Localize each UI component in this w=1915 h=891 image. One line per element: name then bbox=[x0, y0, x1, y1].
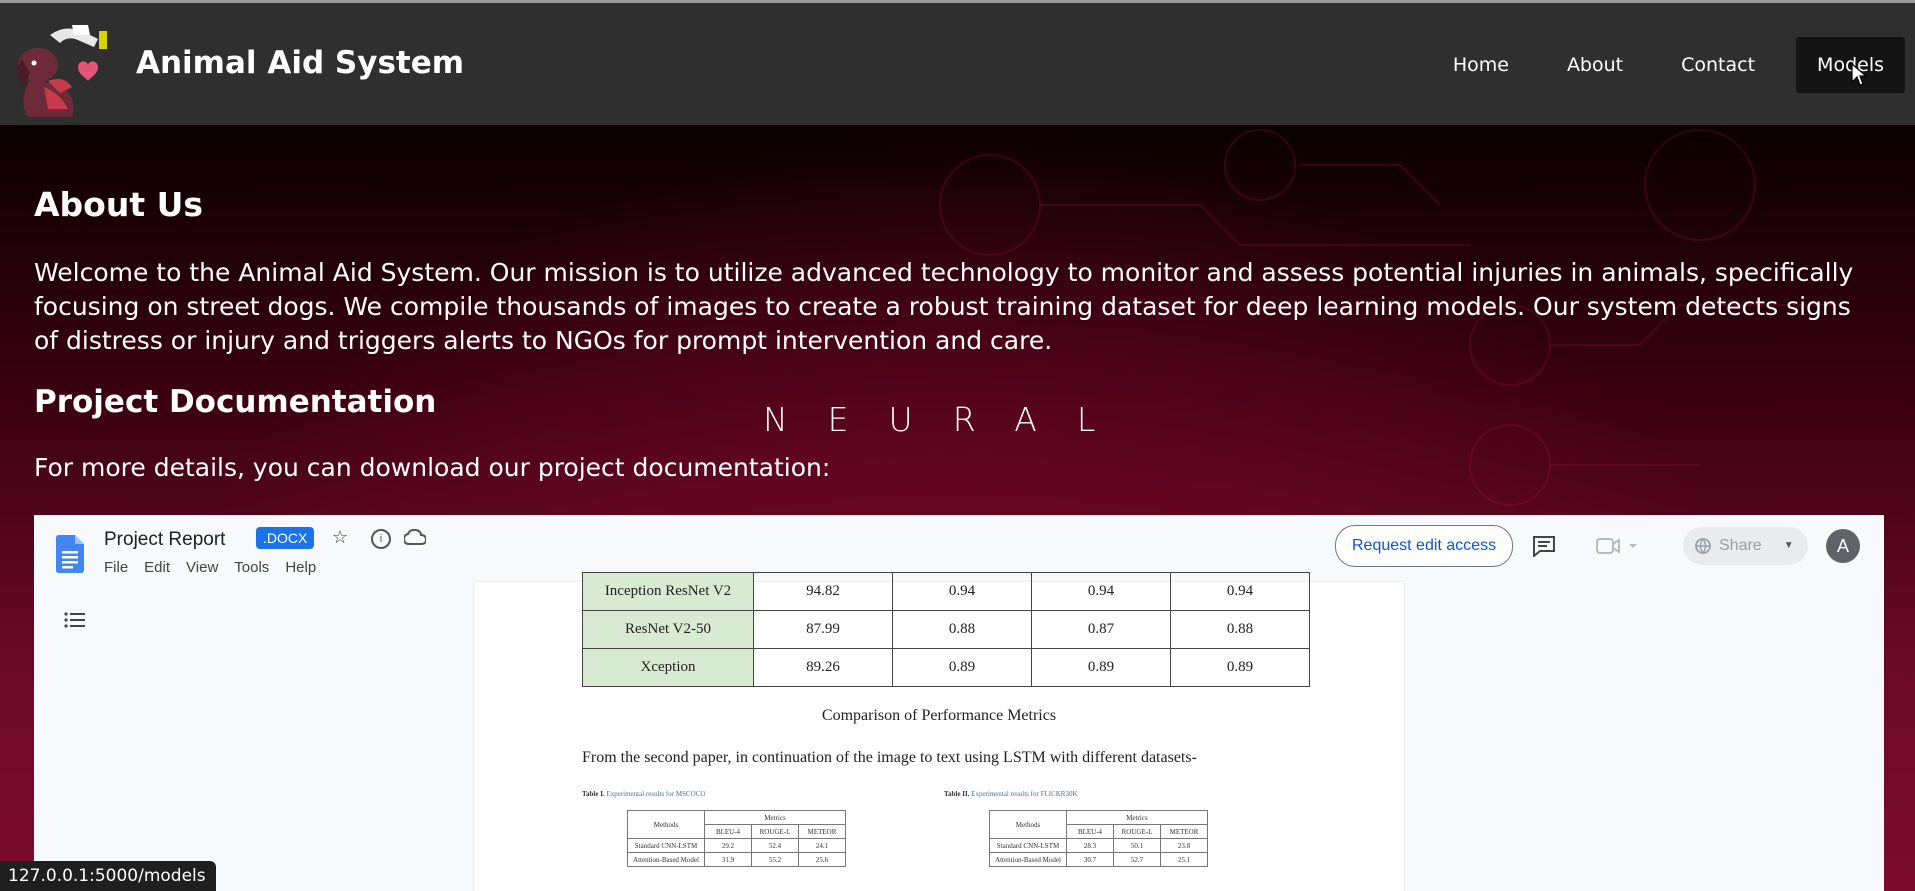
table-cell: 0.88 bbox=[1170, 610, 1310, 649]
table-cell: 0.89 bbox=[1170, 648, 1310, 687]
mini-table-flickr: Table II. Experimental results for FLICK… bbox=[944, 790, 1284, 867]
about-paragraph: Welcome to the Animal Aid System. Our mi… bbox=[34, 258, 1854, 355]
document-title[interactable]: Project Report bbox=[104, 529, 225, 551]
table-cell: Standard CNN-LSTM bbox=[627, 838, 705, 853]
cloud-icon[interactable] bbox=[404, 529, 426, 545]
table-cell: Inception ResNet V2 bbox=[582, 572, 754, 611]
table-cell: 30.7 bbox=[1066, 852, 1114, 867]
about-heading: About Us bbox=[34, 185, 204, 224]
document-paragraph: From the second paper, in continuation o… bbox=[582, 749, 1197, 766]
table-row: Inception ResNet V2 94.82 0.94 0.94 0.94 bbox=[582, 572, 1310, 611]
documentation-description: For more details, you can download our p… bbox=[34, 453, 831, 482]
table-row: Attention-Based Model 31.9 55.2 25.6 bbox=[627, 852, 846, 867]
table-cell: ROUGE-L bbox=[751, 824, 799, 839]
animal-aid-logo[interactable] bbox=[8, 13, 118, 121]
table-cell: 25.1 bbox=[1160, 852, 1208, 867]
table-cell: ROUGE-L bbox=[1113, 824, 1161, 839]
table-cell: 55.2 bbox=[751, 852, 799, 867]
table-cell: 89.26 bbox=[753, 648, 893, 687]
request-edit-access-button[interactable]: Request edit access bbox=[1335, 525, 1514, 567]
table-cell: Xception bbox=[582, 648, 754, 687]
table-row: ResNet V2-50 87.99 0.88 0.87 0.88 bbox=[582, 610, 1310, 649]
hero-section: About Us Welcome to the Animal Aid Syste… bbox=[0, 125, 1915, 891]
table-row: Standard CNN-LSTM 28.3 50.1 23.8 bbox=[989, 838, 1208, 853]
table-cell: Methods bbox=[627, 810, 705, 839]
star-icon[interactable]: ☆ bbox=[332, 527, 348, 548]
table-row: Attention-Based Model 30.7 52.7 25.1 bbox=[989, 852, 1208, 867]
table-cell: Methods bbox=[989, 810, 1067, 839]
table-cell: 0.94 bbox=[892, 572, 1032, 611]
table-cell: 50.1 bbox=[1113, 838, 1161, 853]
table-row: Standard CNN-LSTM 29.2 52.4 24.1 bbox=[627, 838, 846, 853]
menu-tools[interactable]: Tools bbox=[234, 559, 269, 576]
video-icon[interactable] bbox=[1596, 537, 1638, 555]
table-cell: 0.94 bbox=[1031, 572, 1171, 611]
table-cell: METEOR bbox=[1160, 824, 1208, 839]
comment-icon[interactable] bbox=[1532, 535, 1556, 557]
neural-overlay-text: NEURAL bbox=[763, 400, 1136, 439]
table-cell: 23.8 bbox=[1160, 838, 1208, 853]
mini-table-label: Table I. bbox=[582, 790, 605, 798]
mini-table-caption: Experimental results for FLICKR30K bbox=[971, 790, 1078, 798]
nav-about[interactable]: About bbox=[1538, 37, 1652, 93]
table-cell: METEOR bbox=[798, 824, 846, 839]
avatar[interactable]: A bbox=[1826, 529, 1860, 563]
mini-table-label: Table II. bbox=[944, 790, 970, 798]
table-cell: 0.88 bbox=[892, 610, 1032, 649]
table-cell: 0.89 bbox=[1031, 648, 1171, 687]
chevron-down-icon: ▼ bbox=[1783, 540, 1794, 551]
google-docs-icon bbox=[56, 535, 84, 573]
share-label: Share bbox=[1719, 537, 1762, 554]
nav-home[interactable]: Home bbox=[1424, 37, 1538, 93]
table-cell: 0.87 bbox=[1031, 610, 1171, 649]
table-cell: 31.9 bbox=[704, 852, 752, 867]
performance-table: Inception ResNet V2 94.82 0.94 0.94 0.94… bbox=[582, 572, 1310, 687]
table-cell: 52.7 bbox=[1113, 852, 1161, 867]
share-button[interactable]: Share ▼ bbox=[1683, 527, 1808, 565]
table-cell: Attention-Based Model bbox=[627, 852, 705, 867]
nav-contact[interactable]: Contact bbox=[1652, 37, 1784, 93]
mini-table-mscoco: Table I. Experimental results for MSCOCO… bbox=[582, 790, 922, 867]
table-caption: Comparison of Performance Metrics bbox=[821, 707, 1057, 724]
menu-edit[interactable]: Edit bbox=[144, 559, 170, 576]
table-cell: 94.82 bbox=[753, 572, 893, 611]
mini-table-caption: Experimental results for MSCOCO bbox=[606, 790, 706, 798]
table-cell: Metrics bbox=[1066, 810, 1208, 825]
status-bar-url: 127.0.0.1:5000/models bbox=[0, 861, 216, 891]
table-cell: 29.2 bbox=[704, 838, 752, 853]
globe-icon bbox=[1695, 538, 1711, 554]
table-cell: 28.3 bbox=[1066, 838, 1114, 853]
table-cell: 0.89 bbox=[892, 648, 1032, 687]
mouse-cursor-icon bbox=[1851, 63, 1867, 86]
main-nav: Home About Contact Models bbox=[1424, 37, 1905, 93]
table-cell: Metrics bbox=[704, 810, 846, 825]
table-cell: Attention-Based Model bbox=[989, 852, 1067, 867]
table-cell: BLEU-4 bbox=[704, 824, 752, 839]
table-cell: 25.6 bbox=[798, 852, 846, 867]
info-icon[interactable]: i bbox=[371, 529, 391, 549]
viewer-menu: File Edit View Tools Help bbox=[104, 559, 332, 576]
table-cell: ResNet V2-50 bbox=[582, 610, 754, 649]
table-cell: Standard CNN-LSTM bbox=[989, 838, 1067, 853]
menu-file[interactable]: File bbox=[104, 559, 128, 576]
outline-list-icon[interactable] bbox=[64, 611, 86, 629]
menu-help[interactable]: Help bbox=[285, 559, 316, 576]
table-row: Xception 89.26 0.89 0.89 0.89 bbox=[582, 648, 1310, 687]
documentation-heading: Project Documentation bbox=[34, 384, 437, 420]
docx-badge: .DOCX bbox=[256, 527, 315, 549]
table-cell: 24.1 bbox=[798, 838, 846, 853]
document-viewer[interactable]: Project Report .DOCX ☆ i File Edit View … bbox=[34, 515, 1884, 891]
menu-view[interactable]: View bbox=[186, 559, 218, 576]
table-cell: 52.4 bbox=[751, 838, 799, 853]
document-page: Inception ResNet V2 94.82 0.94 0.94 0.94… bbox=[474, 572, 1404, 891]
brand-title[interactable]: Animal Aid System bbox=[136, 45, 464, 81]
table-cell: BLEU-4 bbox=[1066, 824, 1114, 839]
table-cell: 0.94 bbox=[1170, 572, 1310, 611]
navbar: Animal Aid System Home About Contact Mod… bbox=[0, 0, 1915, 125]
table-cell: 87.99 bbox=[753, 610, 893, 649]
